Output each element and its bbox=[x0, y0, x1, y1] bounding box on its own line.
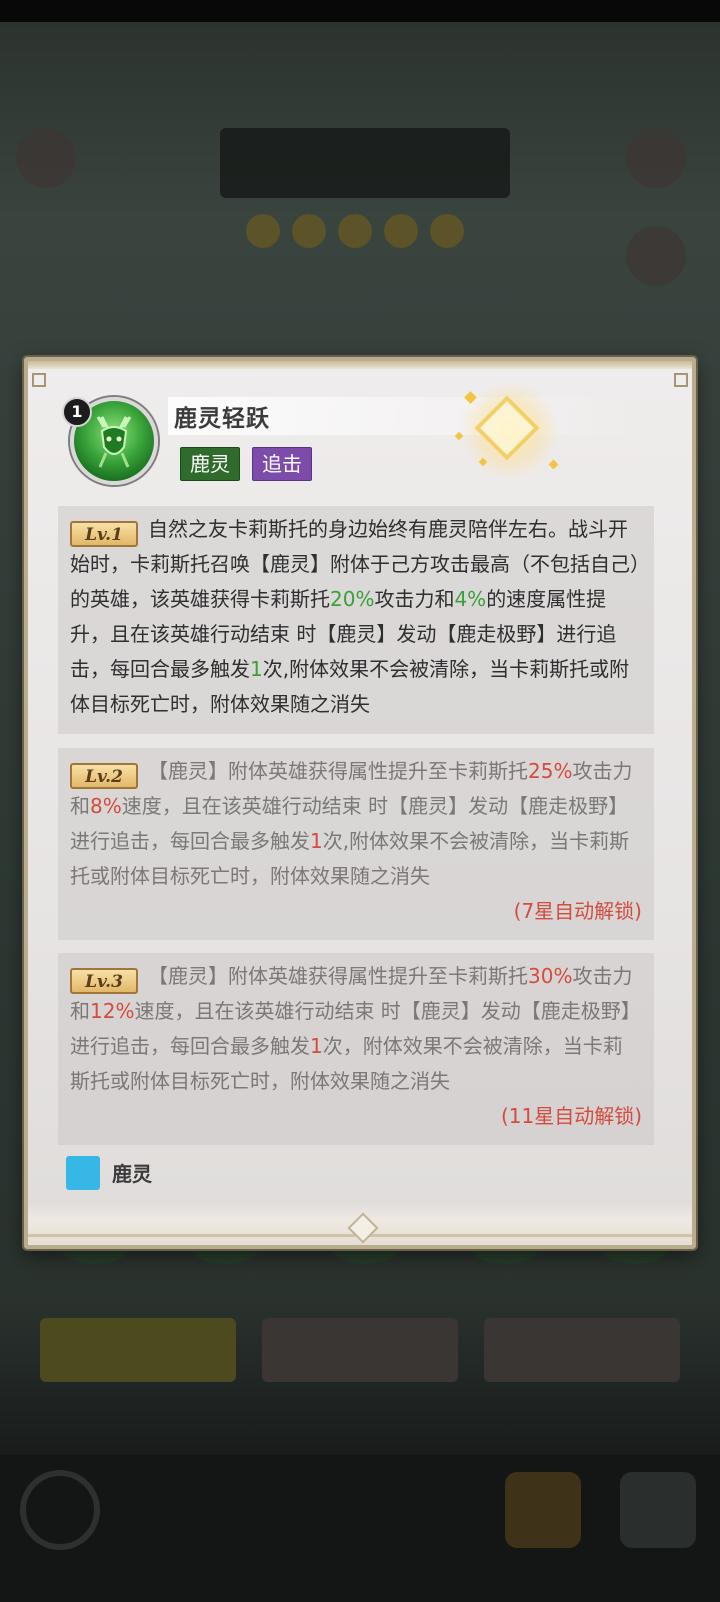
level-badge: Lv.2 bbox=[70, 763, 138, 789]
tag-follow-up-attack: 追击 bbox=[252, 447, 312, 481]
description-text: 攻击力和 bbox=[374, 587, 455, 611]
skill-detail-popup: 1 鹿灵轻跃 鹿灵 追击 Lv.1 自然之友卡莉斯托的身边始终有鹿灵陪伴左右。战斗… bbox=[24, 357, 696, 1249]
highlight-value: 8% bbox=[90, 794, 122, 818]
level-description: 【鹿灵】附体英雄获得属性提升至卡莉斯托30%攻击力和12%速度，且在该英雄行动结… bbox=[70, 964, 641, 1093]
star-icon bbox=[430, 214, 464, 248]
unlock-condition: (7星自动解锁) bbox=[513, 899, 642, 923]
highlight-value: 20% bbox=[330, 587, 375, 611]
highlight-value: 25% bbox=[528, 759, 573, 783]
level-description: 【鹿灵】附体英雄获得属性提升至卡莉斯托25%攻击力和8%速度，且在该英雄行动结束… bbox=[70, 759, 632, 888]
highlight-value: 1 bbox=[250, 657, 263, 681]
side-button-icon bbox=[16, 128, 76, 188]
highlight-value: 1 bbox=[310, 829, 323, 853]
skill-level-3: Lv.3 【鹿灵】附体英雄获得属性提升至卡莉斯托30%攻击力和12%速度，且在该英… bbox=[58, 953, 654, 1145]
highlight-value: 1 bbox=[310, 1034, 323, 1058]
highlight-value: 12% bbox=[90, 999, 135, 1023]
bg-tab-button bbox=[484, 1318, 680, 1382]
tag-deer-spirit: 鹿灵 bbox=[180, 447, 240, 481]
highlight-value: 4% bbox=[454, 587, 487, 611]
popup-top-border bbox=[28, 361, 692, 369]
description-text: 【鹿灵】附体英雄获得属性提升至卡莉斯托 bbox=[148, 759, 528, 783]
corner-ornament bbox=[32, 373, 46, 387]
level-description: 自然之友卡莉斯托的身边始终有鹿灵陪伴左右。战斗开始时，卡莉斯托召唤【鹿灵】附体于… bbox=[70, 517, 640, 716]
unlock-condition: (11星自动解锁) bbox=[500, 1104, 642, 1128]
skill-level-1: Lv.1 自然之友卡莉斯托的身边始终有鹿灵陪伴左右。战斗开始时，卡莉斯托召唤【鹿灵… bbox=[58, 506, 654, 734]
hero-nameplate-dimmed bbox=[220, 128, 510, 198]
gear-icon bbox=[20, 1470, 100, 1550]
star-icon bbox=[292, 214, 326, 248]
description-text: 【鹿灵】附体英雄获得属性提升至卡莉斯托 bbox=[148, 964, 528, 988]
sparkle-decoration-icon bbox=[452, 375, 572, 485]
next-section-header: 鹿灵 bbox=[58, 1156, 654, 1196]
bg-tab-button bbox=[40, 1318, 236, 1382]
side-button-icon bbox=[626, 226, 686, 286]
side-button-icon bbox=[626, 128, 686, 188]
status-bar bbox=[0, 0, 720, 22]
bg-tab-button bbox=[262, 1318, 458, 1382]
corner-ornament bbox=[674, 373, 688, 387]
chest-icon bbox=[505, 1472, 581, 1548]
skill-name: 鹿灵轻跃 bbox=[174, 406, 270, 432]
skill-level-2: Lv.2 【鹿灵】附体英雄获得属性提升至卡莉斯托25%攻击力和8%速度，且在该英雄… bbox=[58, 748, 654, 940]
level-badge: Lv.1 bbox=[70, 521, 138, 547]
level-badge: Lv.3 bbox=[70, 968, 138, 994]
next-section-label: 鹿灵 bbox=[112, 1162, 152, 1186]
star-icon bbox=[338, 214, 372, 248]
buff-icon bbox=[66, 1156, 100, 1190]
highlight-value: 30% bbox=[528, 964, 573, 988]
skill-order-badge: 1 bbox=[62, 397, 92, 427]
star-icon bbox=[384, 214, 418, 248]
bottom-nav-dimmed bbox=[0, 1455, 720, 1602]
star-icon bbox=[246, 214, 280, 248]
menu-icon bbox=[620, 1472, 696, 1548]
